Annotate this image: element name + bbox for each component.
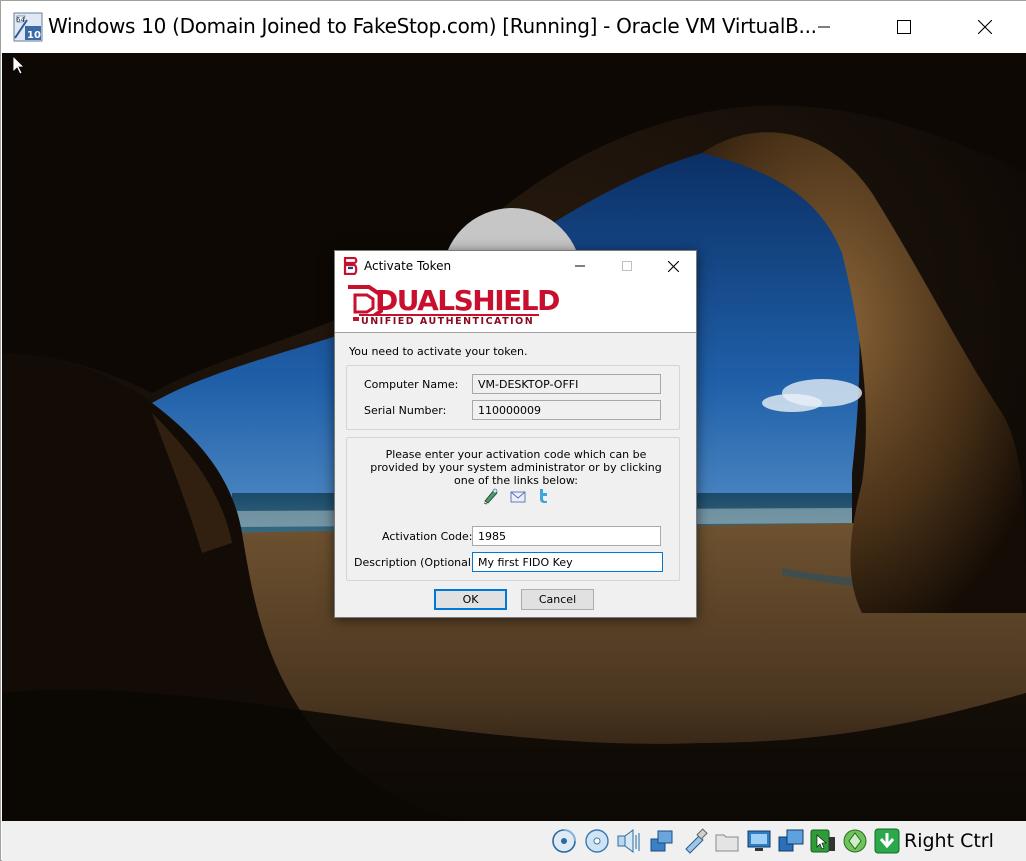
- virtualbox-vm-icon: 64 10: [13, 12, 43, 42]
- close-icon: [978, 20, 992, 34]
- dialog-maximize-button[interactable]: [604, 251, 650, 281]
- intro-text: You need to activate your token.: [349, 345, 528, 358]
- dualshield-banner: DUALSHIELD UNIFIED AUTHENTICATION: [335, 281, 696, 333]
- usb-icon[interactable]: [681, 827, 709, 855]
- badge-10: 10: [27, 30, 41, 41]
- minimize-icon: [575, 265, 585, 267]
- virtualbox-window: 64 10 Windows 10 (Domain Joined to FakeS…: [0, 0, 1026, 861]
- computer-name-field: VM-DESKTOP-OFFI: [472, 374, 661, 394]
- close-button[interactable]: [946, 1, 1024, 53]
- hard-disk-icon[interactable]: [550, 827, 578, 855]
- host-key-label: Right Ctrl: [904, 830, 994, 852]
- close-icon: [667, 260, 679, 272]
- activation-group: Please enter your activation code which …: [346, 437, 680, 581]
- recording-icon[interactable]: [841, 827, 869, 855]
- window-title: Windows 10 (Domain Joined to FakeStop.co…: [48, 14, 817, 38]
- dialog-titlebar[interactable]: Activate Token: [335, 251, 696, 281]
- mobile-app-icon[interactable]: [482, 487, 500, 505]
- video-capture-icon[interactable]: [777, 827, 805, 855]
- maximize-icon: [622, 261, 632, 271]
- serial-number-field: 110000009: [472, 400, 661, 420]
- activation-code-input[interactable]: 1985: [472, 526, 661, 546]
- dialog-title: Activate Token: [364, 259, 452, 273]
- ok-button[interactable]: OK: [434, 589, 507, 610]
- dualshield-app-icon: [343, 256, 359, 276]
- computer-name-label: Computer Name:: [364, 378, 459, 391]
- description-label: Description (Optional):: [354, 556, 479, 569]
- audio-icon[interactable]: [615, 827, 643, 855]
- activation-code-label: Activation Code:: [382, 530, 473, 543]
- mouse-cursor-icon: [12, 55, 25, 78]
- window-titlebar[interactable]: 64 10 Windows 10 (Domain Joined to FakeS…: [1, 1, 1026, 53]
- network-icon[interactable]: [648, 827, 676, 855]
- cancel-button[interactable]: Cancel: [521, 589, 594, 610]
- token-info-group: Computer Name: VM-DESKTOP-OFFI Serial Nu…: [346, 365, 680, 430]
- mouse-integration-icon[interactable]: [809, 827, 837, 855]
- description-input[interactable]: My first FIDO Key: [472, 552, 663, 572]
- dialog-close-button[interactable]: [650, 251, 696, 281]
- host-key-arrow-icon[interactable]: [873, 827, 901, 855]
- activation-instructions: Please enter your activation code which …: [370, 448, 662, 487]
- twitter-icon[interactable]: [534, 487, 552, 505]
- shared-folders-icon[interactable]: [713, 827, 741, 855]
- dialog-minimize-button[interactable]: [557, 251, 603, 281]
- badge-64: 64: [16, 16, 25, 24]
- vm-statusbar: Right Ctrl: [2, 821, 1026, 861]
- activate-token-dialog: Activate Token DUALSHIELD UNIFIED AUTHEN…: [334, 250, 697, 618]
- minimize-button[interactable]: [785, 1, 863, 53]
- guest-display[interactable]: Activate Token DUALSHIELD UNIFIED AUTHEN…: [2, 53, 1026, 821]
- dualshield-logo-subtitle: UNIFIED AUTHENTICATION: [359, 314, 539, 328]
- display-icon[interactable]: [745, 827, 773, 855]
- serial-number-label: Serial Number:: [364, 404, 447, 417]
- optical-drive-icon[interactable]: [583, 827, 611, 855]
- minimize-icon: [818, 26, 830, 28]
- email-icon[interactable]: [509, 487, 527, 505]
- dualshield-logo-text: DUALSHIELD: [375, 284, 560, 317]
- maximize-button[interactable]: [865, 1, 943, 53]
- maximize-icon: [897, 20, 911, 34]
